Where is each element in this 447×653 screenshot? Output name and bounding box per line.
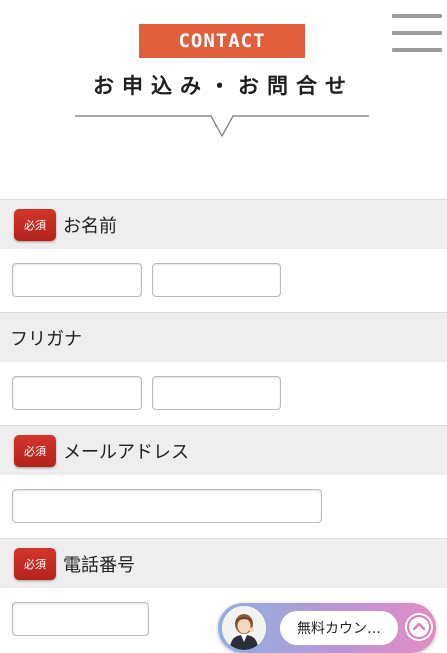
title-divider bbox=[75, 115, 369, 138]
chevron-up-icon[interactable] bbox=[405, 613, 433, 641]
contact-badge: CONTACT bbox=[139, 24, 305, 58]
phone-label: 電話番号 bbox=[63, 554, 135, 576]
hamburger-menu-icon[interactable] bbox=[392, 14, 442, 52]
furigana-label-row: フリガナ bbox=[0, 312, 447, 362]
furigana-input-row bbox=[0, 362, 447, 425]
phone-input[interactable] bbox=[12, 602, 149, 636]
required-badge: 必須 bbox=[14, 434, 56, 467]
last-name-kana-input[interactable] bbox=[12, 376, 142, 410]
chat-label[interactable]: 無料カウン… bbox=[280, 611, 398, 645]
first-name-input[interactable] bbox=[152, 263, 281, 297]
name-label-row: 必須 お名前 bbox=[0, 199, 447, 249]
email-input-row bbox=[0, 475, 447, 538]
required-badge: 必須 bbox=[14, 208, 56, 241]
email-label-row: 必須 メールアドレス bbox=[0, 425, 447, 475]
required-badge: 必須 bbox=[14, 547, 56, 580]
furigana-label: フリガナ bbox=[10, 328, 82, 350]
menu-bar bbox=[392, 31, 442, 35]
name-input-row bbox=[0, 249, 447, 312]
last-name-input[interactable] bbox=[12, 263, 142, 297]
page-title: お申込み・お問合せ bbox=[93, 74, 354, 98]
first-name-kana-input[interactable] bbox=[152, 376, 281, 410]
email-label: メールアドレス bbox=[63, 441, 189, 463]
name-label: お名前 bbox=[63, 215, 117, 237]
menu-bar bbox=[392, 14, 442, 18]
contact-form: 必須 お名前 フリガナ 必須 メールアドレス 必須 電話番号 bbox=[0, 199, 447, 651]
phone-label-row: 必須 電話番号 bbox=[0, 538, 447, 588]
chat-widget[interactable]: 無料カウン… bbox=[218, 603, 436, 653]
operator-avatar bbox=[222, 606, 266, 650]
menu-bar bbox=[392, 48, 442, 52]
email-input[interactable] bbox=[12, 489, 322, 523]
